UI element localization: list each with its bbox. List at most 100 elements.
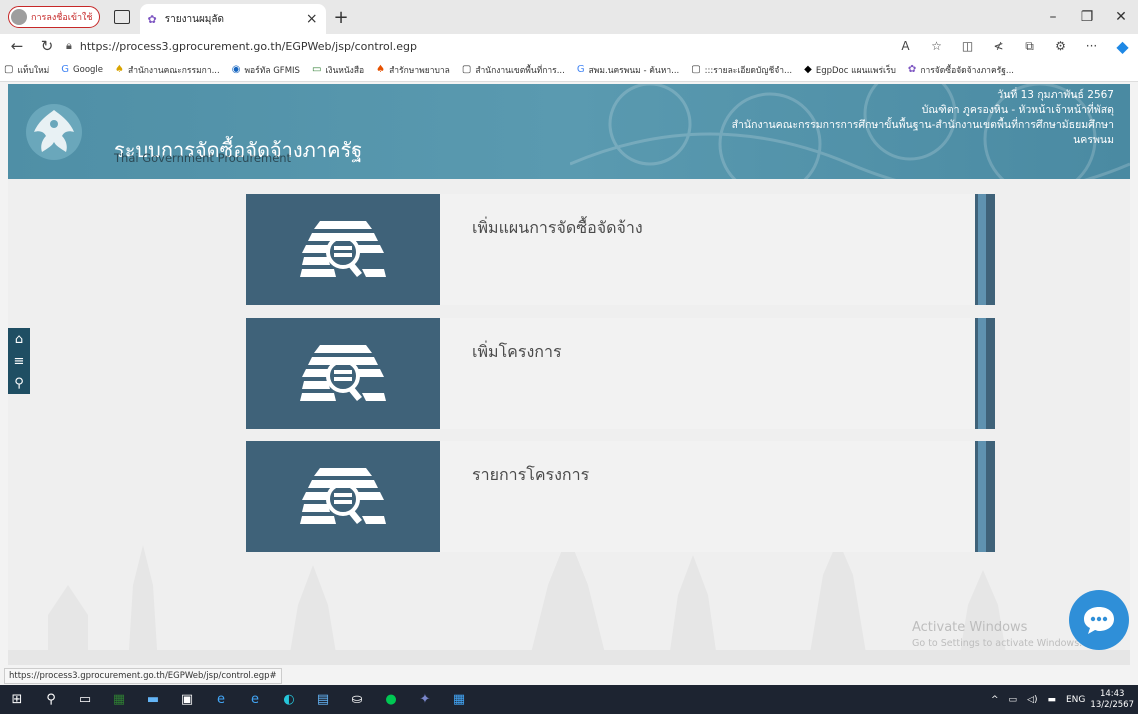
card-icon-box xyxy=(246,194,440,305)
refresh-icon[interactable]: ↻ xyxy=(34,37,60,55)
activate-windows-watermark: Activate Windows Go to Settings to activ… xyxy=(912,620,1082,649)
teams-icon[interactable]: ✦ xyxy=(408,685,442,714)
minimize-icon[interactable]: – xyxy=(1036,9,1070,25)
word-icon[interactable]: ▦ xyxy=(442,685,476,714)
menu-icon[interactable]: ≡ xyxy=(8,350,30,372)
close-tab-icon[interactable]: × xyxy=(306,11,318,27)
task-view-icon[interactable]: ▭ xyxy=(68,685,102,714)
network-icon[interactable]: ▭ xyxy=(1009,695,1018,705)
excel-icon[interactable]: ▦ xyxy=(102,685,136,714)
chat-button[interactable] xyxy=(1069,590,1129,650)
card-edge xyxy=(975,441,995,552)
address-bar: ← ↻ 🔒︎ https://process3.gprocurement.go.… xyxy=(0,34,1138,58)
browser-toolbar: A ☆ ◫ ≮ ⧉ ⚙ ··· ◆ xyxy=(890,37,1138,56)
notification-icon[interactable]: ▬ xyxy=(1047,695,1056,705)
page-icon: ▢ xyxy=(461,64,472,75)
browser-tab-strip: การลงชื่อเข้าใช้ ✿ รายงานผมุลัด × + – ❐ … xyxy=(0,0,1138,34)
bookmark-item[interactable]: ♠ สำรักษาพยาบาล xyxy=(376,63,450,77)
bookmark-item[interactable]: ✿ การจัดซื้อจัดจ้างภาครัฐ... xyxy=(908,63,1014,77)
sync-app-icon[interactable]: ⛀ xyxy=(340,685,374,714)
bookmark-item[interactable]: ♠ สำนักงานคณะกรรมกา... xyxy=(115,63,220,77)
watermark-subtitle: Go to Settings to activate Windows. xyxy=(912,638,1083,649)
menu-card-label: เพิ่มแผนการจัดซื้อจัดจ้าง xyxy=(472,218,643,237)
url-text: https://process3.gprocurement.go.th/EGPW… xyxy=(79,39,417,53)
close-window-icon[interactable]: ✕ xyxy=(1104,9,1138,25)
user-name: บัณฑิตา ภูครองหิน - หัวหน้าเจ้าหน้าที่พั… xyxy=(921,104,1114,116)
card-body xyxy=(440,194,975,305)
edge-icon[interactable]: ◐ xyxy=(272,685,306,714)
copilot-icon[interactable]: ◆ xyxy=(1107,37,1138,56)
favorites-icon[interactable]: ≮ xyxy=(983,39,1014,53)
site-favicon-icon: ✿ xyxy=(147,12,157,26)
egpdoc-icon: ◆ xyxy=(804,64,812,75)
lock-icon[interactable]: 🔒︎ xyxy=(66,39,72,53)
emblem-icon: ♠ xyxy=(376,64,386,75)
language-indicator[interactable]: ENG xyxy=(1066,695,1085,705)
edge-legacy-icon[interactable]: e xyxy=(238,685,272,714)
clock[interactable]: 14:43 13/2/2567 xyxy=(1090,689,1134,711)
internet-explorer-icon[interactable]: e xyxy=(204,685,238,714)
page-icon: ▢ xyxy=(691,64,701,75)
search-icon[interactable]: ⚲ xyxy=(8,372,30,394)
read-aloud-icon[interactable]: A xyxy=(890,39,921,53)
card-edge xyxy=(975,194,995,305)
bookmark-item[interactable]: ▢:::รายละเอียดบัญชีจำ... xyxy=(691,63,792,77)
taskbar: ⊞ ⚲ ▭ ▦ ▬ ▣ e e ◐ ▤ ⛀ ● ✦ ▦ ^ ▭ ◁) ▬ ENG… xyxy=(0,685,1138,714)
chat-bubble-icon xyxy=(1084,607,1114,634)
bookmark-item[interactable]: ▭ เงินหนังสือ xyxy=(312,63,364,77)
current-date: วันที่ 13 กุมภาพันธ์ 2567 xyxy=(997,89,1114,101)
bookmark-item[interactable]: G สพม.นครพนม - ค้นหา... xyxy=(577,63,679,77)
new-tab-icon[interactable]: + xyxy=(334,7,349,28)
document-search-icon xyxy=(300,467,386,524)
favorite-star-icon[interactable]: ☆ xyxy=(921,39,952,53)
profile-label: การลงชื่อเข้าใช้ xyxy=(31,13,93,23)
bookmark-item[interactable]: G Google xyxy=(61,64,103,75)
tab-title: รายงานผมุลัด xyxy=(164,13,225,25)
organization-line: สำนักงานคณะกรรมการการศึกษาขั้นพื้นฐาน-สำ… xyxy=(731,119,1114,131)
back-icon[interactable]: ← xyxy=(4,37,30,55)
card-edge xyxy=(975,318,995,429)
tab-actions-icon[interactable] xyxy=(113,10,130,24)
windows-start-icon[interactable]: ⊞ xyxy=(0,685,34,714)
card-body xyxy=(440,441,975,552)
money-icon: ▭ xyxy=(311,64,322,75)
window-controls: – ❐ ✕ xyxy=(1036,0,1138,34)
browser-tab[interactable]: ✿ รายงานผมุลัด × xyxy=(139,4,326,34)
extensions-icon[interactable]: ⚙ xyxy=(1045,39,1076,53)
bookmark-item[interactable]: ◆ EgpDoc แผนแพร่เร็บ xyxy=(804,63,896,77)
more-icon[interactable]: ··· xyxy=(1076,39,1107,53)
document-search-icon xyxy=(300,344,386,401)
side-toolbar: ⌂ ≡ ⚲ xyxy=(8,328,30,394)
search-icon[interactable]: ⚲ xyxy=(34,685,68,714)
home-icon[interactable]: ⌂ xyxy=(8,328,30,350)
card-icon-box xyxy=(246,318,440,429)
bookmark-item[interactable]: ▢ แท็บใหม่ xyxy=(4,63,49,77)
menu-card-add-project[interactable]: เพิ่มโครงการ xyxy=(246,318,995,429)
chevron-up-icon[interactable]: ^ xyxy=(991,695,999,705)
bookmarks-bar: ▢ แท็บใหม่ G Google ♠ สำนักงานคณะกรรมกา... … xyxy=(0,58,1138,82)
file-explorer-icon[interactable]: ▬ xyxy=(136,685,170,714)
card-icon-box xyxy=(246,441,440,552)
split-screen-icon[interactable]: ◫ xyxy=(952,39,983,53)
line-icon[interactable]: ● xyxy=(374,685,408,714)
site-subtitle: Thai Government Procurement xyxy=(114,151,292,165)
collections-icon[interactable]: ⧉ xyxy=(1014,39,1045,54)
site-favicon-icon: ✿ xyxy=(907,64,917,75)
user-info: วันที่ 13 กุมภาพันธ์ 2567 บัณฑิตา ภูครอง… xyxy=(614,88,1114,148)
sticky-app-icon[interactable]: ▤ xyxy=(306,685,340,714)
site-header: ระบบการจัดซื้อจัดจ้างภาครัฐ Thai Governm… xyxy=(8,84,1130,179)
url-field[interactable]: 🔒︎ https://process3.gprocurement.go.th/E… xyxy=(66,39,826,53)
menu-card-project-list[interactable]: รายการโครงการ xyxy=(246,441,995,552)
status-url: https://process3.gprocurement.go.th/EGPW… xyxy=(4,668,282,684)
volume-icon[interactable]: ◁) xyxy=(1027,695,1037,705)
menu-card-add-plan[interactable]: เพิ่มแผนการจัดซื้อจัดจ้าง xyxy=(246,194,995,305)
store-icon[interactable]: ▣ xyxy=(170,685,204,714)
page-icon: ▢ xyxy=(4,64,14,75)
bookmark-item[interactable]: ▢ สำนักงานเขตพื้นที่การ... xyxy=(462,63,565,77)
profile-button[interactable]: การลงชื่อเข้าใช้ xyxy=(8,6,100,28)
bookmark-item[interactable]: ◉ พอร์ทัล GFMIS xyxy=(232,63,300,77)
gfmis-icon: ◉ xyxy=(231,64,241,75)
avatar-icon xyxy=(11,9,27,25)
restore-icon[interactable]: ❐ xyxy=(1070,9,1104,25)
google-icon: G xyxy=(576,64,585,75)
